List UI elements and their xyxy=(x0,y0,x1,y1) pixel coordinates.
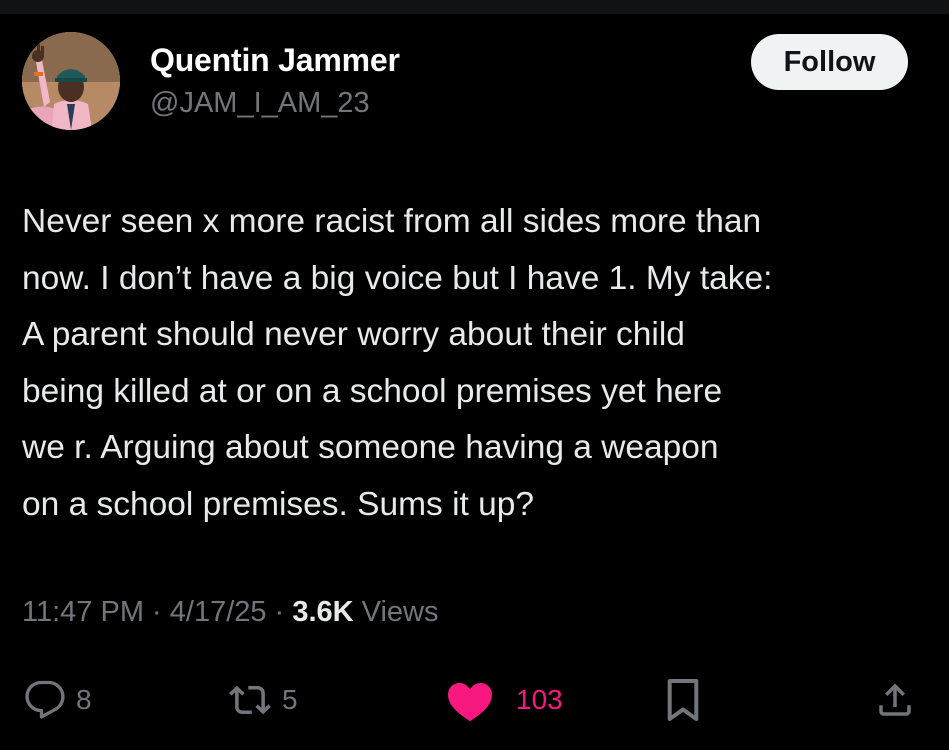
bookmark-icon xyxy=(664,677,702,723)
meta-separator: · xyxy=(143,596,170,628)
tweet-line: we r. Arguing about someone having a wea… xyxy=(22,429,719,466)
bookmark-button[interactable] xyxy=(664,670,702,730)
like-count: 103 xyxy=(516,684,563,715)
author-handle[interactable]: @JAM_I_AM_23 xyxy=(150,87,370,120)
tweet-meta: 11:47 PM · 4/17/25 · 3.6K Views xyxy=(22,596,438,629)
reply-button[interactable]: 8 xyxy=(24,670,92,730)
like-button[interactable]: 103 xyxy=(446,670,563,730)
share-icon xyxy=(874,678,916,722)
action-bar: 8 5 103 xyxy=(0,670,949,730)
views-count[interactable]: 3.6K xyxy=(292,596,353,628)
tweet-time[interactable]: 11:47 PM xyxy=(22,596,144,628)
reply-count: 8 xyxy=(76,684,92,715)
repost-count: 5 xyxy=(282,684,298,715)
reply-icon xyxy=(24,679,66,721)
tweet-date[interactable]: 4/17/25 xyxy=(170,596,267,628)
top-bar xyxy=(0,0,949,14)
follow-button[interactable]: Follow xyxy=(751,34,908,90)
repost-button[interactable]: 5 xyxy=(228,670,298,730)
tweet-line: A parent should never worry about their … xyxy=(22,316,685,353)
heart-icon xyxy=(446,678,494,722)
author-name[interactable]: Quentin Jammer xyxy=(150,42,400,79)
tweet-line: Never seen x more racist from all sides … xyxy=(22,203,762,240)
tweet-line: being killed at or on a school premises … xyxy=(22,372,723,410)
views-label: Views xyxy=(353,596,439,628)
avatar[interactable] xyxy=(22,32,120,130)
meta-separator: · xyxy=(266,596,293,628)
tweet-line: on a school premises. Sums it up? xyxy=(22,485,535,523)
tweet-text: Never seen x more racist from all sides … xyxy=(22,194,937,533)
avatar-image xyxy=(22,32,120,130)
tweet-line: now. I don’t have a big voice but I have… xyxy=(22,259,773,297)
share-button[interactable] xyxy=(874,670,916,730)
repost-icon xyxy=(228,679,272,721)
